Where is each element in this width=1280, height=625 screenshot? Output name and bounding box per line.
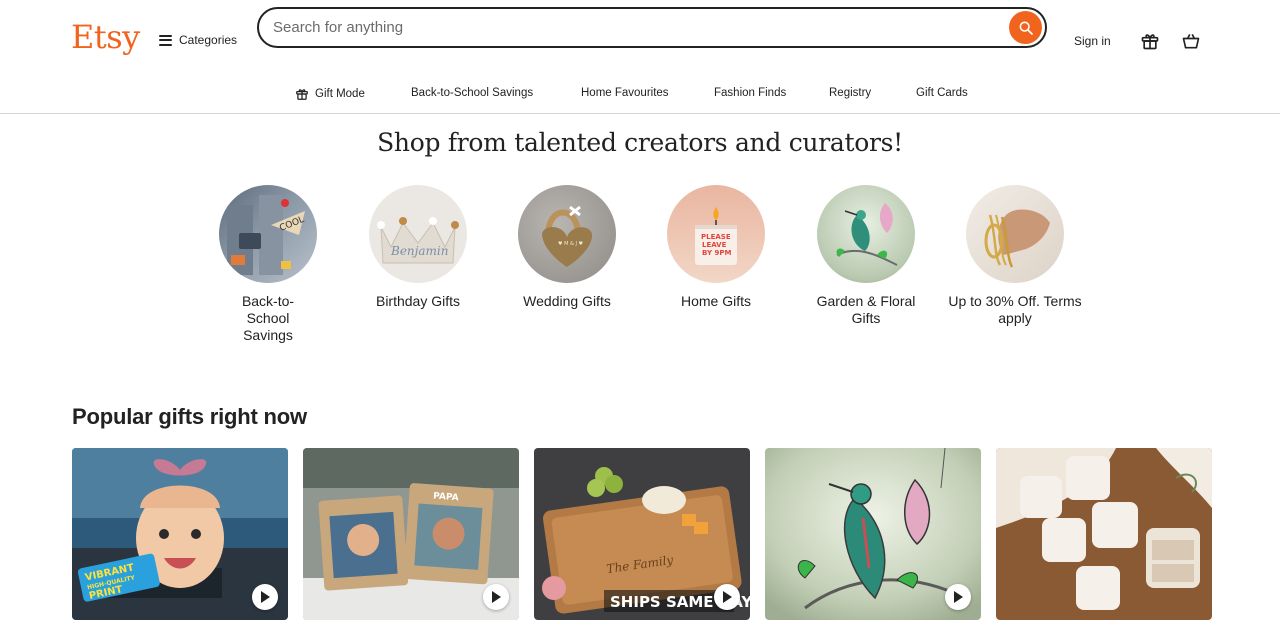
- nav-item-label: Gift Cards: [916, 87, 968, 99]
- search-button[interactable]: [1009, 11, 1042, 44]
- hero-title: Shop from talented creators and curators…: [377, 128, 903, 157]
- play-icon: [261, 591, 270, 603]
- category-home-gifts[interactable]: PLEASE LEAVE BY 9PM Home Gifts: [646, 185, 786, 310]
- category-image: COOL: [219, 185, 317, 283]
- play-button[interactable]: [483, 584, 509, 610]
- play-icon: [492, 591, 501, 603]
- svg-text:♥ M & J ♥: ♥ M & J ♥: [558, 241, 584, 247]
- product-card-stained-glass-hummingbird[interactable]: [765, 448, 981, 620]
- etsy-logo[interactable]: Etsy: [71, 18, 140, 56]
- nav-item-gift-mode[interactable]: Gift Mode: [295, 87, 365, 101]
- search-icon: [1019, 21, 1033, 35]
- category-sale[interactable]: Up to 30% Off. Terms apply: [945, 185, 1085, 327]
- product-card-air-freshener[interactable]: VIBRANT HIGH-QUALITY PRINT: [72, 448, 288, 620]
- play-icon: [954, 591, 963, 603]
- menu-icon: [159, 34, 172, 46]
- nav-item-gift-cards[interactable]: Gift Cards: [916, 87, 968, 99]
- category-label: Up to 30% Off. Terms apply: [948, 293, 1082, 326]
- category-garden-floral[interactable]: Garden & Floral Gifts: [796, 185, 936, 327]
- top-nav: Gift Mode Back-to-School Savings Home Fa…: [0, 80, 1280, 114]
- svg-text:PLEASE: PLEASE: [701, 233, 731, 241]
- cart-icon: [1182, 33, 1200, 49]
- nav-item-back-to-school[interactable]: Back-to-School Savings: [411, 87, 533, 99]
- category-image: [966, 185, 1064, 283]
- category-image: Benjamin: [369, 185, 467, 283]
- svg-text:Benjamin: Benjamin: [390, 244, 448, 258]
- gift-button[interactable]: [1139, 30, 1161, 52]
- gift-icon: [1141, 34, 1159, 50]
- category-label: Garden & Floral Gifts: [816, 293, 916, 326]
- nav-item-home-favourites[interactable]: Home Favourites: [581, 87, 669, 99]
- nav-item-label: Registry: [829, 87, 872, 99]
- gift-icon: [296, 89, 308, 100]
- nav-item-registry[interactable]: Registry: [829, 87, 871, 99]
- categories-label: Categories: [179, 33, 238, 47]
- section-title: Popular gifts right now: [72, 404, 307, 429]
- site-header: Etsy Categories Sign in: [0, 0, 1280, 72]
- category-birthday-gifts[interactable]: Benjamin Birthday Gifts: [348, 185, 488, 310]
- category-label: Birthday Gifts: [375, 293, 461, 309]
- category-wedding-gifts[interactable]: ♥ M & J ♥ Wedding Gifts: [497, 185, 637, 310]
- nav-item-label: Fashion Finds: [714, 87, 787, 99]
- play-button[interactable]: [714, 584, 740, 610]
- nav-item-label: Home Favourites: [581, 87, 669, 99]
- svg-text:LEAVE: LEAVE: [702, 241, 727, 249]
- category-label: Home Gifts: [680, 293, 751, 309]
- product-image: [996, 448, 1212, 620]
- categories-button[interactable]: Categories: [159, 33, 237, 47]
- svg-text:PAPA: PAPA: [433, 492, 459, 504]
- sign-in-link[interactable]: Sign in: [1074, 34, 1111, 48]
- play-button[interactable]: [252, 584, 278, 610]
- nav-item-label: Back-to-School Savings: [411, 87, 534, 99]
- product-card-photo-frames[interactable]: PAPA: [303, 448, 519, 620]
- category-image: PLEASE LEAVE BY 9PM: [667, 185, 765, 283]
- product-card-jewellery-boxes[interactable]: [996, 448, 1212, 620]
- nav-item-label: Gift Mode: [315, 88, 365, 100]
- category-label: Back-to-School Savings: [241, 293, 295, 343]
- category-image: ♥ M & J ♥: [518, 185, 616, 283]
- category-image: [817, 185, 915, 283]
- svg-text:BY 9PM: BY 9PM: [702, 249, 731, 257]
- play-button[interactable]: [945, 584, 971, 610]
- play-icon: [723, 591, 732, 603]
- nav-item-fashion-finds[interactable]: Fashion Finds: [714, 87, 786, 99]
- search-input[interactable]: [273, 9, 1003, 46]
- search-bar: [257, 7, 1047, 48]
- category-label: Wedding Gifts: [523, 293, 611, 309]
- category-back-to-school[interactable]: COOL Back-to-School Savings: [198, 185, 338, 344]
- cart-button[interactable]: [1180, 30, 1202, 52]
- product-card-charcuterie-board[interactable]: The Family SHIPS SAME DAY: [534, 448, 750, 620]
